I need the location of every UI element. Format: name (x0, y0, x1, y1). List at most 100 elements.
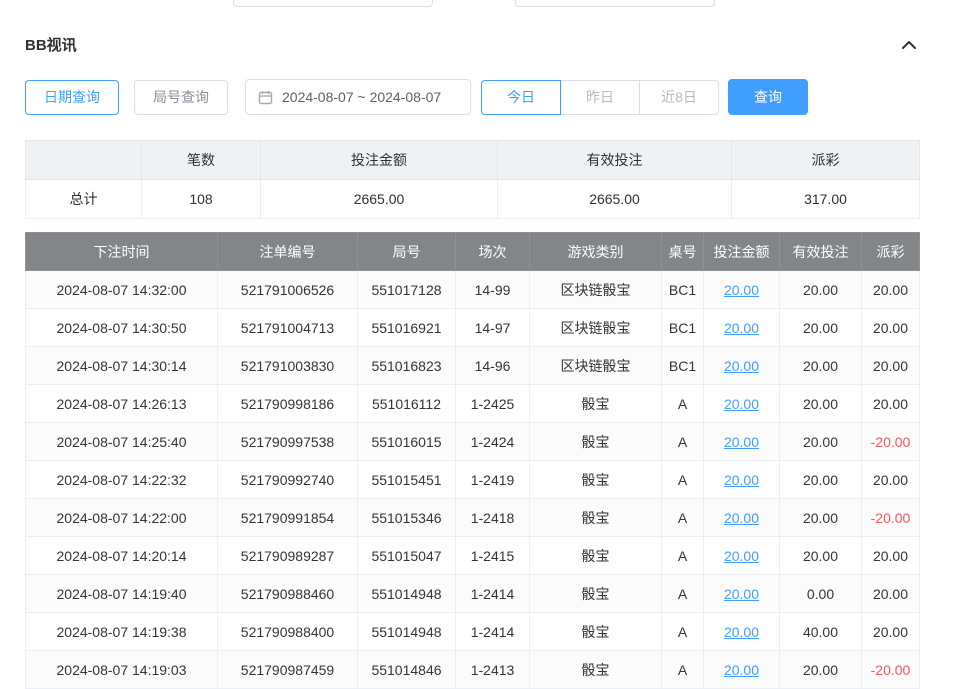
game-type-cell: 骰宝 (530, 613, 662, 651)
order-no-cell: 521790988460 (218, 575, 358, 613)
summary-total-valid-bet: 2665.00 (498, 180, 732, 219)
table-row: 2024-08-07 14:20:14521790989287551015047… (26, 537, 920, 575)
table-row: 2024-08-07 14:22:32521790992740551015451… (26, 461, 920, 499)
header-round-number: 局号 (358, 233, 456, 271)
search-button[interactable]: 查询 (728, 79, 808, 115)
collapse-chevron-up-icon[interactable] (899, 37, 919, 53)
time-cell: 2024-08-07 14:19:40 (26, 575, 218, 613)
order-no-cell: 521791004713 (218, 309, 358, 347)
section-title: BB视讯 (25, 34, 77, 55)
session-cell: 14-96 (456, 347, 530, 385)
order-no-cell: 521790988400 (218, 613, 358, 651)
round-no-cell: 551015047 (358, 537, 456, 575)
game-type-cell: 骰宝 (530, 385, 662, 423)
header-payout: 派彩 (862, 233, 920, 271)
round-no-cell: 551015346 (358, 499, 456, 537)
bet-amount-link[interactable]: 20.00 (724, 434, 759, 450)
game-type-cell: 骰宝 (530, 499, 662, 537)
valid-bet-cell: 20.00 (780, 461, 862, 499)
summary-total-row: 总计 108 2665.00 2665.00 317.00 (26, 180, 920, 219)
bet-amount-cell: 20.00 (704, 385, 780, 423)
round-no-cell: 551017128 (358, 271, 456, 309)
round-no-cell: 551016921 (358, 309, 456, 347)
quick-last8days-button[interactable]: 近8日 (639, 80, 719, 115)
session-cell: 1-2414 (456, 613, 530, 651)
valid-bet-cell: 20.00 (780, 651, 862, 689)
bet-amount-link[interactable]: 20.00 (724, 548, 759, 564)
round-no-cell: 551014948 (358, 613, 456, 651)
valid-bet-cell: 20.00 (780, 499, 862, 537)
bet-amount-link[interactable]: 20.00 (724, 358, 759, 374)
valid-bet-cell: 20.00 (780, 309, 862, 347)
round-no-cell: 551016112 (358, 385, 456, 423)
table-no-cell: BC1 (662, 271, 704, 309)
bet-amount-link[interactable]: 20.00 (724, 586, 759, 602)
bet-amount-cell: 20.00 (704, 537, 780, 575)
time-cell: 2024-08-07 14:22:00 (26, 499, 218, 537)
top-input-2[interactable] (515, 0, 715, 7)
payout-cell: 20.00 (862, 537, 920, 575)
time-cell: 2024-08-07 14:25:40 (26, 423, 218, 461)
payout-cell: 20.00 (862, 271, 920, 309)
summary-header-bet-amount: 投注金额 (261, 141, 498, 180)
game-type-cell: 骰宝 (530, 537, 662, 575)
table-row: 2024-08-07 14:19:03521790987459551014846… (26, 651, 920, 689)
table-row: 2024-08-07 14:30:14521791003830551016823… (26, 347, 920, 385)
valid-bet-cell: 0.00 (780, 575, 862, 613)
quick-range-group: 今日 昨日 近8日 (481, 80, 719, 115)
order-no-cell: 521791006526 (218, 271, 358, 309)
bet-amount-cell: 20.00 (704, 651, 780, 689)
time-cell: 2024-08-07 14:26:13 (26, 385, 218, 423)
session-cell: 1-2414 (456, 575, 530, 613)
game-type-cell: 骰宝 (530, 651, 662, 689)
section-header: BB视讯 (25, 0, 919, 55)
payout-cell: 20.00 (862, 613, 920, 651)
date-query-button[interactable]: 日期查询 (25, 80, 119, 115)
bet-amount-link[interactable]: 20.00 (724, 662, 759, 678)
game-type-cell: 骰宝 (530, 575, 662, 613)
table-row: 2024-08-07 14:25:40521790997538551016015… (26, 423, 920, 461)
table-row: 2024-08-07 14:19:38521790988400551014948… (26, 613, 920, 651)
bet-amount-cell: 20.00 (704, 347, 780, 385)
round-no-cell: 551014846 (358, 651, 456, 689)
payout-cell: 20.00 (862, 385, 920, 423)
order-no-cell: 521790998186 (218, 385, 358, 423)
bet-amount-link[interactable]: 20.00 (724, 396, 759, 412)
top-input-1[interactable] (233, 0, 433, 7)
round-no-cell: 551014948 (358, 575, 456, 613)
summary-total-count: 108 (142, 180, 261, 219)
payout-cell: -20.00 (862, 499, 920, 537)
table-no-cell: A (662, 651, 704, 689)
session-cell: 14-97 (456, 309, 530, 347)
calendar-icon (258, 90, 273, 105)
order-no-cell: 521790997538 (218, 423, 358, 461)
date-range-input[interactable]: 2024-08-07 ~ 2024-08-07 (245, 79, 471, 115)
session-cell: 1-2413 (456, 651, 530, 689)
bet-amount-cell: 20.00 (704, 423, 780, 461)
summary-total-bet-amount: 2665.00 (261, 180, 498, 219)
order-no-cell: 521790992740 (218, 461, 358, 499)
table-row: 2024-08-07 14:32:00521791006526551017128… (26, 271, 920, 309)
bet-amount-link[interactable]: 20.00 (724, 320, 759, 336)
time-cell: 2024-08-07 14:22:32 (26, 461, 218, 499)
bet-amount-link[interactable]: 20.00 (724, 472, 759, 488)
session-cell: 1-2415 (456, 537, 530, 575)
payout-cell: -20.00 (862, 423, 920, 461)
table-header-row: 下注时间 注单编号 局号 场次 游戏类别 桌号 投注金额 有效投注 派彩 (26, 233, 920, 271)
time-cell: 2024-08-07 14:19:03 (26, 651, 218, 689)
bet-amount-link[interactable]: 20.00 (724, 510, 759, 526)
valid-bet-cell: 20.00 (780, 385, 862, 423)
quick-yesterday-button[interactable]: 昨日 (560, 80, 640, 115)
bet-amount-cell: 20.00 (704, 613, 780, 651)
table-no-cell: A (662, 575, 704, 613)
header-bet-time: 下注时间 (26, 233, 218, 271)
quick-today-button[interactable]: 今日 (481, 80, 561, 115)
bet-amount-link[interactable]: 20.00 (724, 282, 759, 298)
round-query-button[interactable]: 局号查询 (134, 80, 228, 115)
summary-total-payout: 317.00 (732, 180, 920, 219)
payout-cell: 20.00 (862, 461, 920, 499)
header-valid-bet: 有效投注 (780, 233, 862, 271)
header-table-number: 桌号 (662, 233, 704, 271)
bet-amount-link[interactable]: 20.00 (724, 624, 759, 640)
table-row: 2024-08-07 14:30:50521791004713551016921… (26, 309, 920, 347)
